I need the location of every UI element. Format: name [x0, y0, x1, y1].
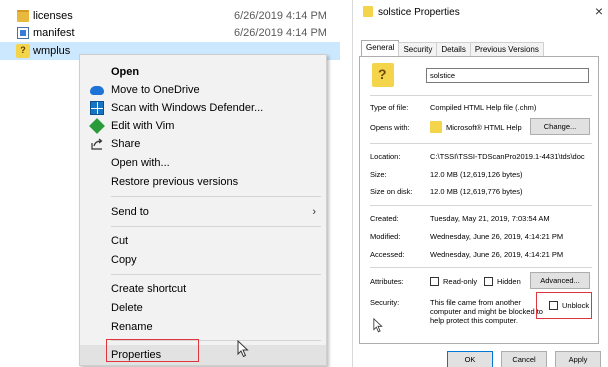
context-menu: Open Move to OneDrive Scan with Windows …: [79, 54, 327, 366]
document-icon: [17, 27, 29, 39]
size-value: 12.0 MB (12,619,126 bytes): [430, 170, 523, 179]
folder-icon: [17, 10, 29, 22]
file-name: licenses: [33, 10, 73, 22]
close-icon[interactable]: ×: [595, 3, 603, 19]
menu-item-copy[interactable]: Copy: [80, 250, 326, 270]
dialog-tabs: General Security Details Previous Versio…: [361, 40, 544, 57]
menu-item-label: Move to OneDrive: [111, 84, 200, 96]
menu-item-edit-with-vim[interactable]: Edit with Vim: [80, 116, 326, 136]
tab-general[interactable]: General: [361, 40, 400, 57]
menu-item-rename[interactable]: Rename: [80, 317, 326, 337]
cancel-button[interactable]: Cancel: [501, 351, 547, 367]
chm-file-icon: ?: [16, 44, 30, 58]
tab-previous-versions[interactable]: Previous Versions: [469, 42, 544, 57]
size-on-disk-value: 12.0 MB (12,619,776 bytes): [430, 187, 523, 196]
size-label: Size:: [370, 170, 387, 179]
chevron-right-icon: ›: [312, 206, 316, 218]
size-on-disk-label: Size on disk:: [370, 187, 413, 196]
file-date: 6/26/2019 4:14 PM: [234, 10, 327, 22]
menu-item-label: Copy: [111, 254, 137, 266]
chm-file-icon: [363, 6, 373, 17]
menu-item-delete[interactable]: Delete: [80, 298, 326, 318]
modified-value: Wednesday, June 26, 2019, 4:14:21 PM: [430, 232, 564, 241]
menu-item-move-to-onedrive[interactable]: Move to OneDrive: [80, 80, 326, 100]
file-row-manifest[interactable]: manifest 6/26/2019 4:14 PM: [0, 25, 340, 41]
security-label: Security:: [370, 298, 400, 307]
vim-icon: [89, 118, 105, 134]
tab-security[interactable]: Security: [398, 42, 438, 57]
menu-item-scan-defender[interactable]: Scan with Windows Defender...: [80, 98, 326, 118]
attributes-label: Attributes:: [370, 277, 404, 286]
share-icon: [90, 137, 104, 151]
menu-separator: [111, 196, 321, 197]
file-date: 6/26/2019 4:14 PM: [234, 27, 327, 39]
accessed-value: Wednesday, June 26, 2019, 4:14:21 PM: [430, 250, 564, 259]
menu-item-open[interactable]: Open: [80, 62, 326, 82]
accessed-label: Accessed:: [370, 250, 405, 259]
menu-item-label: Send to: [111, 206, 149, 218]
tab-details[interactable]: Details: [436, 42, 471, 57]
menu-item-label: Share: [111, 138, 141, 150]
divider: [370, 205, 592, 206]
onedrive-cloud-icon: [90, 86, 104, 95]
hidden-checkbox[interactable]: [484, 277, 493, 286]
ok-button[interactable]: OK: [447, 351, 493, 367]
file-name-input[interactable]: solstice: [426, 68, 589, 83]
menu-item-label: Open: [111, 66, 140, 78]
file-name: wmplus: [33, 45, 71, 57]
divider: [370, 267, 592, 268]
properties-dialog: solstice Properties × General Security D…: [352, 0, 608, 367]
menu-item-label: Delete: [111, 302, 143, 314]
created-label: Created:: [370, 214, 399, 223]
divider: [370, 143, 592, 144]
menu-item-label: Scan with Windows Defender...: [111, 102, 264, 114]
modified-label: Modified:: [370, 232, 401, 241]
location-label: Location:: [370, 152, 401, 161]
menu-separator: [111, 274, 321, 275]
windows-defender-icon: [90, 101, 104, 115]
change-button[interactable]: Change...: [530, 118, 590, 135]
opens-with-label: Opens with:: [370, 123, 410, 132]
menu-item-label: Open with...: [111, 157, 170, 169]
opens-with-value: Microsoft® HTML Help: [446, 123, 522, 132]
advanced-button[interactable]: Advanced...: [530, 272, 590, 289]
chm-file-large-icon: [372, 63, 394, 87]
read-only-label: Read-only: [443, 277, 478, 286]
menu-item-restore-previous-versions[interactable]: Restore previous versions: [80, 172, 326, 192]
created-value: Tuesday, May 21, 2019, 7:03:54 AM: [430, 214, 550, 223]
type-of-file-label: Type of file:: [370, 103, 409, 112]
type-of-file-value: Compiled HTML Help file (.chm): [430, 103, 537, 112]
security-text-line: computer and might be blocked to: [430, 307, 543, 316]
menu-item-label: Rename: [111, 321, 153, 333]
menu-item-create-shortcut[interactable]: Create shortcut: [80, 279, 326, 299]
dialog-title: solstice Properties: [378, 7, 460, 18]
security-text-line: This file came from another: [430, 298, 521, 307]
html-help-icon: [430, 121, 442, 133]
apply-button[interactable]: Apply: [555, 351, 601, 367]
menu-item-open-with[interactable]: Open with...: [80, 153, 326, 173]
hidden-label: Hidden: [497, 277, 521, 286]
divider: [370, 95, 592, 96]
file-name: manifest: [33, 27, 75, 39]
read-only-checkbox[interactable]: [430, 277, 439, 286]
menu-item-send-to[interactable]: Send to ›: [80, 202, 326, 222]
menu-item-label: Cut: [111, 235, 129, 247]
menu-item-share[interactable]: Share: [80, 134, 326, 154]
dialog-titlebar[interactable]: solstice Properties ×: [353, 0, 608, 24]
menu-item-cut[interactable]: Cut: [80, 231, 326, 251]
menu-item-label: Create shortcut: [111, 283, 187, 295]
unblock-highlight-box: [536, 292, 592, 319]
location-value: C:\TSSI\TSSI-TDScanPro2019.1-4431\tds\do…: [430, 152, 585, 161]
security-text-line: help protect this computer.: [430, 316, 518, 325]
properties-highlight-box: [106, 339, 199, 362]
file-row-licenses[interactable]: licenses 6/26/2019 4:14 PM: [0, 8, 340, 24]
menu-separator: [111, 226, 321, 227]
menu-item-label: Edit with Vim: [111, 120, 175, 132]
menu-item-label: Restore previous versions: [111, 176, 239, 188]
